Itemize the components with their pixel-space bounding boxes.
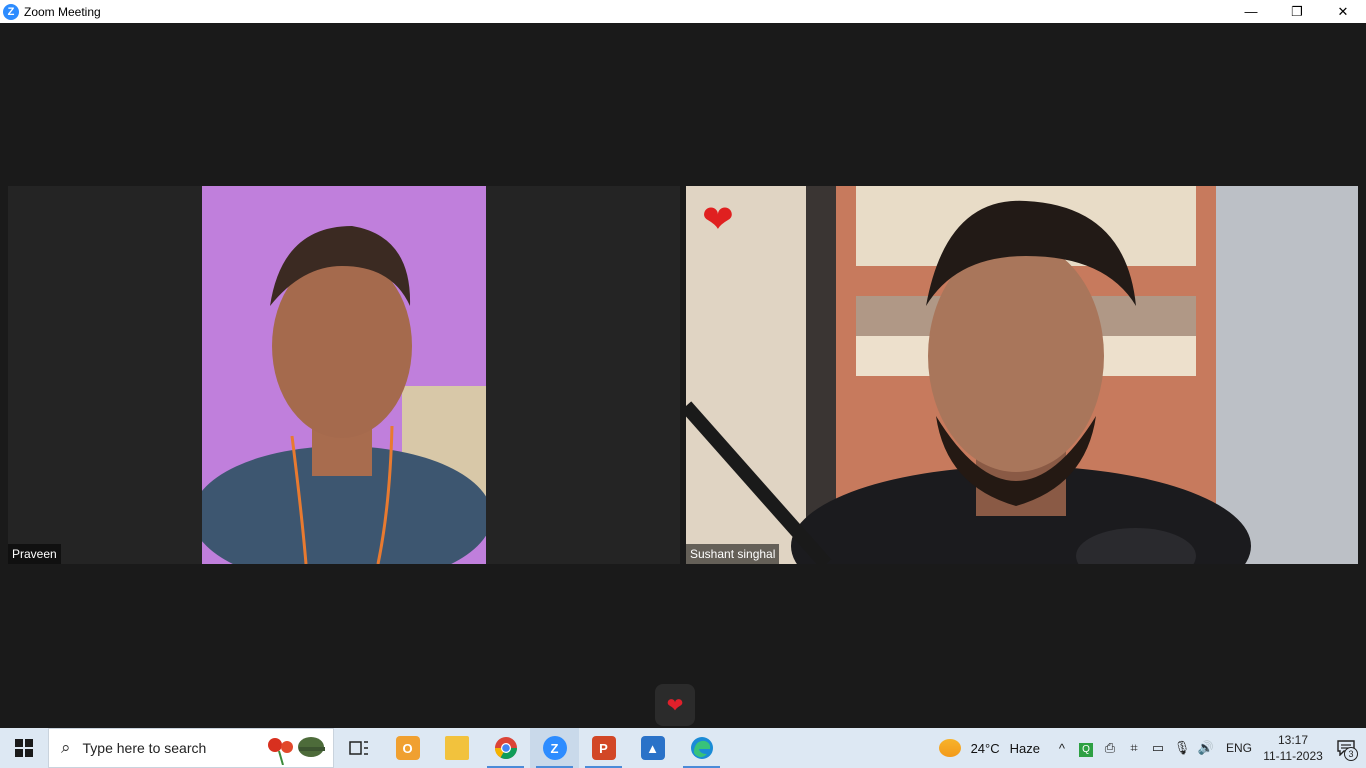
windows-logo-icon [15, 739, 33, 757]
powerpoint-icon: P [591, 736, 616, 760]
reaction-button[interactable]: ❤ [655, 684, 695, 726]
task-view-icon [348, 741, 368, 755]
restore-button[interactable]: ❐ [1274, 0, 1320, 23]
show-hidden-icons-button[interactable]: ^ [1050, 741, 1074, 756]
video-frame-illustration [686, 186, 1358, 564]
participant-video [686, 186, 1358, 564]
participant-name: Sushant singhal [686, 544, 780, 564]
quick-heal-icon[interactable]: Q [1074, 740, 1098, 757]
microphone-icon[interactable]: 🎙 [1170, 740, 1194, 756]
camera-icon[interactable]: ⎙ [1098, 740, 1122, 756]
system-tray: 24°C Haze ^ Q ⎙ ⌗ ▭ 🎙 🔊 ENG 13:17 11-11-… [938, 728, 1366, 768]
zoom-app[interactable]: Z [530, 728, 579, 768]
close-button[interactable]: ✕ [1320, 0, 1366, 23]
participant-video [202, 186, 486, 564]
photos-icon: ▲ [640, 736, 665, 760]
file-explorer-app[interactable] [432, 728, 481, 768]
taskbar: ⌕ Type here to search O Z P ▲ 24°C Haze … [0, 728, 1366, 768]
clock-time: 13:17 [1277, 733, 1309, 747]
clock-date: 11-11-2023 [1263, 749, 1323, 763]
minimize-button[interactable]: — [1228, 0, 1274, 23]
language-indicator[interactable]: ENG [1226, 741, 1252, 755]
window-title: Zoom Meeting [24, 4, 101, 19]
zoom-icon: Z [542, 736, 567, 760]
chrome-app[interactable] [481, 728, 530, 768]
weather-widget[interactable]: 24°C Haze [938, 739, 1040, 757]
edge-icon [690, 737, 713, 759]
heart-icon: ❤ [702, 199, 734, 241]
search-placeholder: Type here to search [82, 740, 207, 756]
weather-temp: 24°C [970, 740, 1000, 756]
weather-condition: Haze [1009, 740, 1040, 756]
window-controls: — ❐ ✕ [1228, 0, 1366, 23]
edge-app[interactable] [677, 728, 726, 768]
participant-name: Praveen [8, 544, 61, 564]
participant-tile-sushant[interactable]: Sushant singhal [686, 186, 1358, 564]
battery-icon[interactable]: ▭ [1146, 740, 1170, 756]
outlook-app[interactable]: O [383, 728, 432, 768]
search-highlight-icon [268, 737, 325, 765]
weather-haze-icon [938, 739, 961, 757]
chrome-icon [494, 737, 517, 759]
network-icon[interactable]: ⌗ [1122, 740, 1146, 756]
volume-icon[interactable]: 🔊 [1194, 740, 1218, 756]
outlook-icon: O [395, 736, 420, 760]
photos-app[interactable]: ▲ [628, 728, 677, 768]
powerpoint-app[interactable]: P [579, 728, 628, 768]
video-frame-illustration [202, 186, 486, 564]
meeting-area: Praveen Sushant singhal ❤ ❤ [0, 23, 1366, 728]
task-view-button[interactable] [334, 728, 383, 768]
clock[interactable]: 13:17 11-11-2023 [1260, 732, 1326, 764]
notification-count-badge: 3 [1344, 747, 1358, 761]
zoom-logo-icon: Z [3, 3, 19, 20]
title-bar: Z Zoom Meeting — ❐ ✕ [0, 0, 1366, 23]
notification-center-button[interactable]: 3 [1326, 728, 1366, 768]
start-button[interactable] [0, 728, 48, 768]
folder-icon [444, 736, 469, 760]
participant-tile-praveen[interactable]: Praveen [8, 186, 680, 564]
search-icon: ⌕ [61, 738, 71, 757]
search-box[interactable]: ⌕ Type here to search [48, 728, 334, 768]
